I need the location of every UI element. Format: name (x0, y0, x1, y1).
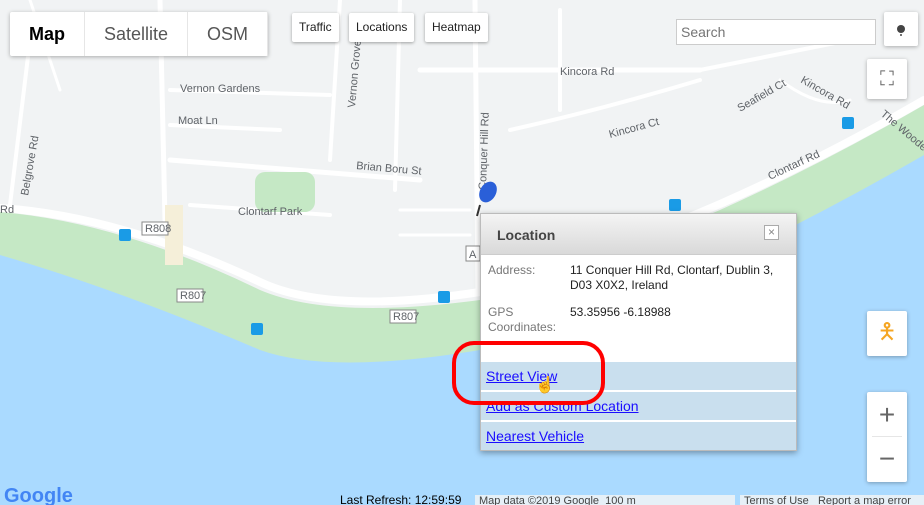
pin-icon (897, 25, 905, 33)
road-shield: A (465, 245, 481, 262)
map-type-control: Map Satellite OSM (10, 12, 269, 56)
svg-text:R807: R807 (180, 290, 206, 302)
scale-label: 100 m (605, 495, 636, 505)
report-error-link[interactable]: Report a map error (818, 495, 911, 505)
gps-label: GPS Coordinates: (488, 305, 557, 334)
street-label: Vernon Gardens (180, 83, 261, 95)
nearest-vehicle-row: Nearest Vehicle (481, 422, 796, 450)
svg-text:R808: R808 (145, 223, 171, 235)
traffic-toggle[interactable]: Traffic (292, 13, 339, 42)
address-label: Address: (488, 263, 536, 277)
pegman-icon: 🯅 (877, 318, 897, 344)
street-label: Moat Ln (178, 115, 218, 127)
popup-header: Location × (481, 214, 796, 255)
fullscreen-icon: ⛶ (880, 67, 894, 90)
map-type-map[interactable]: Map (10, 12, 85, 56)
locations-toggle[interactable]: Locations (349, 13, 415, 42)
zoom-out-button[interactable]: − (872, 437, 902, 481)
search-input[interactable] (676, 19, 876, 45)
highlight-annotation (452, 341, 605, 405)
fullscreen-button[interactable]: ⛶ (867, 59, 907, 99)
close-button[interactable]: × (764, 225, 779, 240)
hand-cursor-icon: ☝ (535, 377, 555, 394)
location-pin-button[interactable] (884, 12, 918, 46)
map-data-attribution: Map data ©2019 Google 100 m (475, 495, 735, 505)
last-refresh: Last Refresh: 12:59:59 (340, 494, 462, 505)
map-type-osm[interactable]: OSM (188, 12, 269, 56)
heatmap-toggle[interactable]: Heatmap (425, 13, 488, 42)
popup-title: Location (497, 227, 556, 243)
street-view-pegman-button[interactable]: 🯅 (867, 311, 907, 356)
google-logo: Google (4, 485, 73, 505)
map-type-satellite[interactable]: Satellite (85, 12, 189, 56)
street-label: Kincora Rd (560, 66, 614, 78)
zoom-control: + − (867, 392, 907, 482)
svg-text:A: A (469, 249, 477, 261)
road-shield: R807 (389, 309, 419, 324)
park-label: Clontarf Park (238, 206, 303, 218)
street-label: Rd (0, 204, 14, 216)
map-data-text: Map data ©2019 Google (479, 495, 600, 505)
terms-link[interactable]: Terms of Use (744, 495, 809, 505)
gps-value: 53.35956 -6.18988 (570, 305, 671, 319)
nearest-vehicle-link[interactable]: Nearest Vehicle (486, 428, 584, 444)
road-shield: R807 (176, 288, 206, 303)
footer-links: Terms of Use Report a map error (740, 495, 924, 505)
road-shield: R808 (141, 221, 171, 236)
zoom-in-button[interactable]: + (872, 393, 902, 437)
location-popup: Location × Address: 11 Conquer Hill Rd, … (480, 213, 797, 451)
svg-text:R807: R807 (393, 311, 419, 323)
address-value: 11 Conquer Hill Rd, Clontarf, Dublin 3, … (570, 263, 774, 292)
